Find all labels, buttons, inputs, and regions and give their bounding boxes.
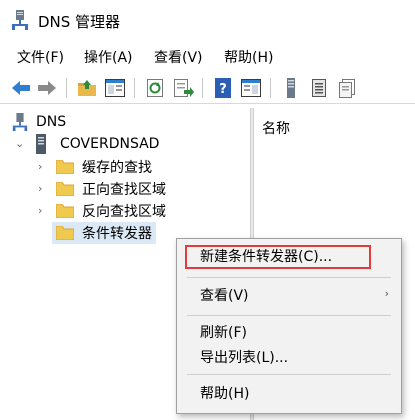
server-icon[interactable] <box>280 77 302 99</box>
toolbar-separator <box>202 78 203 98</box>
menu-item-help[interactable]: 帮助(H) <box>177 380 401 404</box>
tree-item-dns[interactable]: DNS <box>12 111 66 133</box>
help-icon[interactable]: ? <box>212 77 234 99</box>
chevron-right-icon[interactable]: › <box>38 182 42 195</box>
tree-label-reverse-zones: 反向查找区域 <box>82 204 166 220</box>
menu-bar: 文件(F) 操作(A) 查看(V) 帮助(H) <box>0 44 415 70</box>
folder-icon <box>55 159 75 175</box>
highlight-box <box>185 245 371 269</box>
up-folder-icon[interactable] <box>76 77 98 99</box>
menu-separator <box>187 374 391 375</box>
tree-label-dns: DNS <box>36 114 67 130</box>
chevron-right-icon[interactable]: › <box>38 204 42 217</box>
show-hide-tree-icon[interactable] <box>104 77 126 99</box>
menu-item-label: 帮助(H) <box>200 386 250 402</box>
dns-icon <box>12 113 28 131</box>
folder-icon <box>55 225 75 241</box>
menu-help[interactable]: 帮助(H) <box>224 47 273 67</box>
tree-item-server[interactable]: COVERDNSAD <box>34 133 159 155</box>
new-record-icon[interactable] <box>336 77 358 99</box>
tree-item-cached-lookups[interactable]: 缓存的查找 <box>55 156 152 178</box>
menu-separator <box>187 315 391 316</box>
toolbar: ? <box>0 72 415 104</box>
tree-item-forward-zones[interactable]: 正向查找区域 <box>55 178 166 200</box>
menu-item-refresh[interactable]: 刷新(F) <box>177 319 401 343</box>
zone-list-icon[interactable] <box>308 77 330 99</box>
export-list-icon[interactable] <box>172 77 194 99</box>
show-pane-icon[interactable] <box>240 77 262 99</box>
menu-view[interactable]: 查看(V) <box>154 47 203 67</box>
submenu-arrow-icon: › <box>384 287 389 300</box>
folder-icon <box>55 181 75 197</box>
refresh-icon[interactable] <box>144 77 166 99</box>
menu-item-new-conditional-forwarder[interactable]: 新建条件转发器(C)... <box>177 243 401 269</box>
menu-file[interactable]: 文件(F) <box>17 47 64 67</box>
tree-item-conditional-forwarders[interactable]: 条件转发器 <box>52 222 156 244</box>
menu-item-view[interactable]: 查看(V) › <box>177 282 401 306</box>
menu-separator <box>187 277 391 278</box>
dns-app-icon <box>12 10 28 30</box>
toolbar-separator <box>270 78 271 98</box>
menu-item-export-list[interactable]: 导出列表(L)... <box>177 344 401 368</box>
context-menu: 新建条件转发器(C)... 查看(V) › 刷新(F) 导出列表(L)... 帮… <box>176 238 402 414</box>
svg-text:?: ? <box>219 82 227 97</box>
tree-label-cached-lookups: 缓存的查找 <box>82 160 152 176</box>
folder-icon <box>55 203 75 219</box>
tree-label-conditional-forwarders: 条件转发器 <box>82 226 152 242</box>
forward-icon[interactable] <box>36 77 58 99</box>
tree-item-reverse-zones[interactable]: 反向查找区域 <box>55 200 166 222</box>
tree-label-forward-zones: 正向查找区域 <box>82 182 166 198</box>
menu-action[interactable]: 操作(A) <box>84 47 133 67</box>
window-title: DNS 管理器 <box>38 13 121 31</box>
column-header-name[interactable]: 名称 <box>262 118 290 138</box>
tree-label-server: COVERDNSAD <box>60 136 160 152</box>
toolbar-separator <box>66 78 67 98</box>
chevron-right-icon[interactable]: › <box>38 160 42 173</box>
menu-item-label: 查看(V) <box>200 288 249 304</box>
title-bar: DNS 管理器 <box>0 0 415 40</box>
back-icon[interactable] <box>10 77 32 99</box>
menu-item-label: 导出列表(L)... <box>200 350 289 366</box>
toolbar-separator <box>134 78 135 98</box>
chevron-down-icon[interactable]: ⌄ <box>15 137 24 150</box>
menu-item-label: 刷新(F) <box>200 325 247 341</box>
server-icon <box>36 134 46 154</box>
